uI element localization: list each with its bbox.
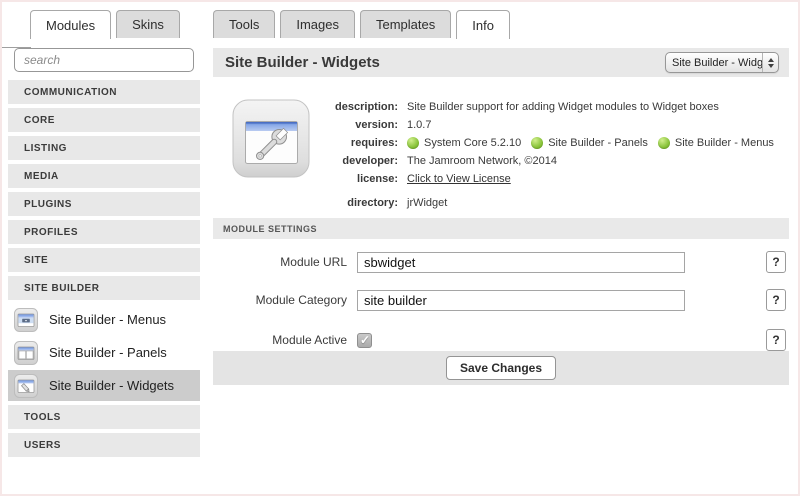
- tab-templates-label: Templates: [376, 17, 435, 32]
- requires-label: requires:: [213, 134, 398, 152]
- developer-label: developer:: [213, 152, 398, 170]
- module-url-label: Module URL: [213, 255, 347, 269]
- sidebar-category-tools[interactable]: TOOLS: [8, 405, 200, 429]
- view-license-link[interactable]: Click to View License: [407, 170, 511, 188]
- help-button-module-url[interactable]: ?: [766, 251, 786, 273]
- tab-info[interactable]: Info: [456, 10, 510, 39]
- module-select-value: Site Builder - Widg: [672, 57, 762, 69]
- tab-group-right: Tools Images Templates Info: [213, 10, 510, 39]
- save-bar: Save Changes: [213, 351, 789, 385]
- category-label: CORE: [24, 115, 55, 126]
- help-button-module-category[interactable]: ?: [766, 289, 786, 311]
- search-input[interactable]: [14, 48, 194, 72]
- info-row-developer: developer: The Jamroom Network, ©2014: [213, 152, 789, 170]
- category-label: PROFILES: [24, 227, 78, 238]
- main-header: Site Builder - Widgets Site Builder - Wi…: [213, 48, 789, 77]
- sidebar-category-communication[interactable]: COMMUNICATION: [8, 80, 200, 104]
- module-url-input[interactable]: [357, 252, 685, 273]
- sidebar-category-core[interactable]: CORE: [8, 108, 200, 132]
- help-button-module-active[interactable]: ?: [766, 329, 786, 351]
- category-label: SITE BUILDER: [24, 283, 99, 294]
- main-panel: Site Builder - Widgets Site Builder - Wi…: [213, 48, 789, 385]
- version-label: version:: [213, 116, 398, 134]
- sidebar-item-label: Site Builder - Widgets: [49, 378, 174, 393]
- requires-item-label: System Core 5.2.10: [424, 134, 521, 152]
- requires-item: System Core 5.2.10: [407, 134, 521, 152]
- sidebar-category-media[interactable]: MEDIA: [8, 164, 200, 188]
- info-row-requires: requires: System Core 5.2.10 Site Builde…: [213, 134, 789, 152]
- requires-item: Site Builder - Panels: [531, 134, 648, 152]
- form-row-module-category: Module Category ?: [213, 289, 789, 311]
- sidebar-category-site[interactable]: SITE: [8, 248, 200, 272]
- tab-tools-label: Tools: [229, 17, 259, 32]
- category-label: COMMUNICATION: [24, 87, 117, 98]
- info-row-version: version: 1.0.7: [213, 116, 789, 134]
- requires-item-label: Site Builder - Panels: [548, 134, 648, 152]
- category-label: LISTING: [24, 143, 67, 154]
- version-value: 1.0.7: [398, 116, 431, 134]
- form-row-module-url: Module URL ?: [213, 251, 789, 273]
- tab-images[interactable]: Images: [280, 10, 355, 38]
- page-title: Site Builder - Widgets: [225, 54, 380, 71]
- directory-label: directory:: [213, 194, 398, 212]
- tab-modules-label: Modules: [46, 18, 95, 33]
- tab-tools[interactable]: Tools: [213, 10, 275, 38]
- module-category-input[interactable]: [357, 290, 685, 311]
- module-info-section: description: Site Builder support for ad…: [213, 96, 789, 214]
- info-row-license: license: Click to View License: [213, 170, 789, 188]
- sidebar-category-listing[interactable]: LISTING: [8, 136, 200, 160]
- tab-modules[interactable]: Modules: [30, 10, 111, 39]
- widgets-window-icon: [14, 374, 38, 398]
- tab-skins[interactable]: Skins: [116, 10, 180, 38]
- directory-value: jrWidget: [398, 194, 447, 212]
- info-row-directory: directory: jrWidget: [213, 194, 789, 212]
- tab-info-label: Info: [472, 18, 494, 33]
- description-label: description:: [213, 98, 398, 116]
- sidebar-category-site-builder[interactable]: SITE BUILDER: [8, 276, 200, 300]
- tab-group-left: Modules Skins: [30, 10, 180, 39]
- sidebar-category-plugins[interactable]: PLUGINS: [8, 192, 200, 216]
- description-value: Site Builder support for adding Widget m…: [398, 98, 719, 116]
- search-wrap: [8, 48, 200, 72]
- category-label: USERS: [24, 440, 61, 451]
- module-category-label: Module Category: [213, 293, 347, 307]
- menus-window-icon: [14, 308, 38, 332]
- developer-value: The Jamroom Network, ©2014: [398, 152, 557, 170]
- category-label: MEDIA: [24, 171, 59, 182]
- category-label: PLUGINS: [24, 199, 72, 210]
- tab-templates[interactable]: Templates: [360, 10, 451, 38]
- form-row-module-active: Module Active ?: [213, 329, 789, 351]
- sidebar-item-site-builder-menus[interactable]: Site Builder - Menus: [8, 304, 200, 335]
- module-sidebar: COMMUNICATION CORE LISTING MEDIA PLUGINS…: [8, 48, 200, 461]
- tab-skins-label: Skins: [132, 17, 164, 32]
- status-dot-icon: [658, 137, 670, 149]
- status-dot-icon: [407, 137, 419, 149]
- category-label: TOOLS: [24, 412, 61, 423]
- requires-value: System Core 5.2.10 Site Builder - Panels…: [398, 134, 784, 152]
- sidebar-item-label: Site Builder - Panels: [49, 345, 167, 360]
- save-changes-button[interactable]: Save Changes: [446, 356, 556, 380]
- module-active-label: Module Active: [213, 333, 347, 347]
- category-label: SITE: [24, 255, 48, 266]
- sidebar-category-profiles[interactable]: PROFILES: [8, 220, 200, 244]
- license-label: license:: [213, 170, 398, 188]
- module-info-list: description: Site Builder support for ad…: [213, 98, 789, 212]
- sidebar-item-site-builder-panels[interactable]: Site Builder - Panels: [8, 337, 200, 368]
- sidebar-category-users[interactable]: USERS: [8, 433, 200, 457]
- select-stepper-icon: [762, 53, 778, 72]
- sidebar-item-label: Site Builder - Menus: [49, 312, 166, 327]
- sidebar-item-site-builder-widgets[interactable]: Site Builder - Widgets: [8, 370, 200, 401]
- module-select[interactable]: Site Builder - Widg: [665, 52, 779, 73]
- status-dot-icon: [531, 137, 543, 149]
- module-settings-form: Module URL ? Module Category ? Module Ac…: [213, 239, 789, 351]
- module-settings-header: MODULE SETTINGS: [213, 218, 789, 239]
- requires-item: Site Builder - Menus: [658, 134, 774, 152]
- info-row-description: description: Site Builder support for ad…: [213, 98, 789, 116]
- requires-item-label: Site Builder - Menus: [675, 134, 774, 152]
- module-settings-header-label: MODULE SETTINGS: [223, 224, 317, 234]
- panels-window-icon: [14, 341, 38, 365]
- tab-images-label: Images: [296, 17, 339, 32]
- module-active-checkbox[interactable]: [357, 333, 372, 348]
- tab-bar: Modules Skins Tools Images Templates Inf…: [0, 10, 800, 38]
